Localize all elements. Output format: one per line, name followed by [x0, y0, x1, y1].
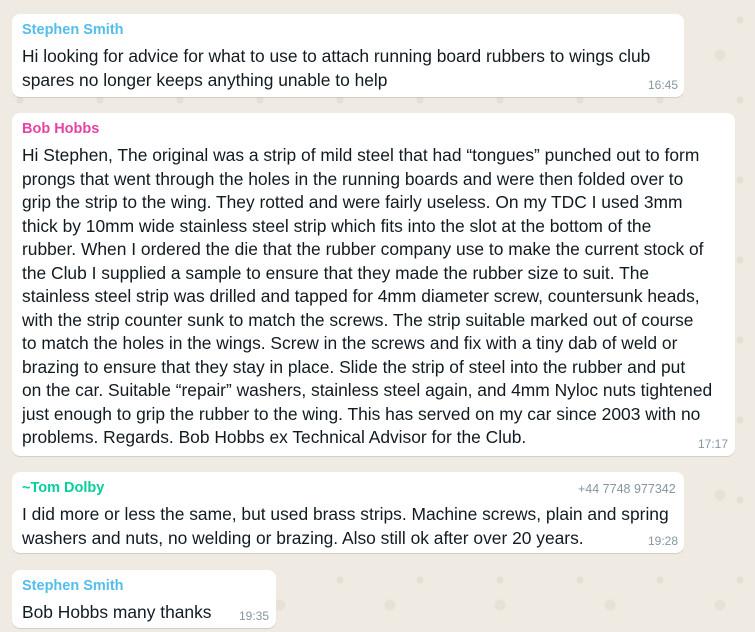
message-timestamp: 16:45: [648, 78, 679, 92]
message-bubble[interactable]: ~Tom Dolby +44 7748 977342 I did more or…: [12, 472, 684, 553]
sender-name[interactable]: Stephen Smith: [22, 578, 124, 594]
message-bubble[interactable]: Stephen Smith Hi looking for advice for …: [12, 14, 684, 97]
message-timestamp: 19:28: [648, 534, 679, 548]
sender-name[interactable]: Bob Hobbs: [22, 121, 99, 137]
message-text: Bob Hobbs many thanks: [22, 602, 212, 622]
message-text: Hi Stephen, The original was a strip of …: [22, 145, 713, 447]
sender-phone-number[interactable]: +44 7748 977342: [578, 482, 676, 496]
message-text: Hi looking for advice for what to use to…: [22, 46, 651, 90]
message-timestamp: 17:17: [698, 437, 729, 451]
sender-name[interactable]: Stephen Smith: [22, 22, 124, 38]
sender-name[interactable]: ~Tom Dolby: [22, 480, 104, 496]
message-timestamp: 19:35: [239, 609, 270, 623]
message-bubble[interactable]: Stephen Smith Bob Hobbs many thanks 19:3…: [12, 570, 276, 628]
message-bubble[interactable]: Bob Hobbs Hi Stephen, The original was a…: [12, 113, 735, 456]
message-text: I did more or less the same, but used br…: [22, 504, 669, 548]
